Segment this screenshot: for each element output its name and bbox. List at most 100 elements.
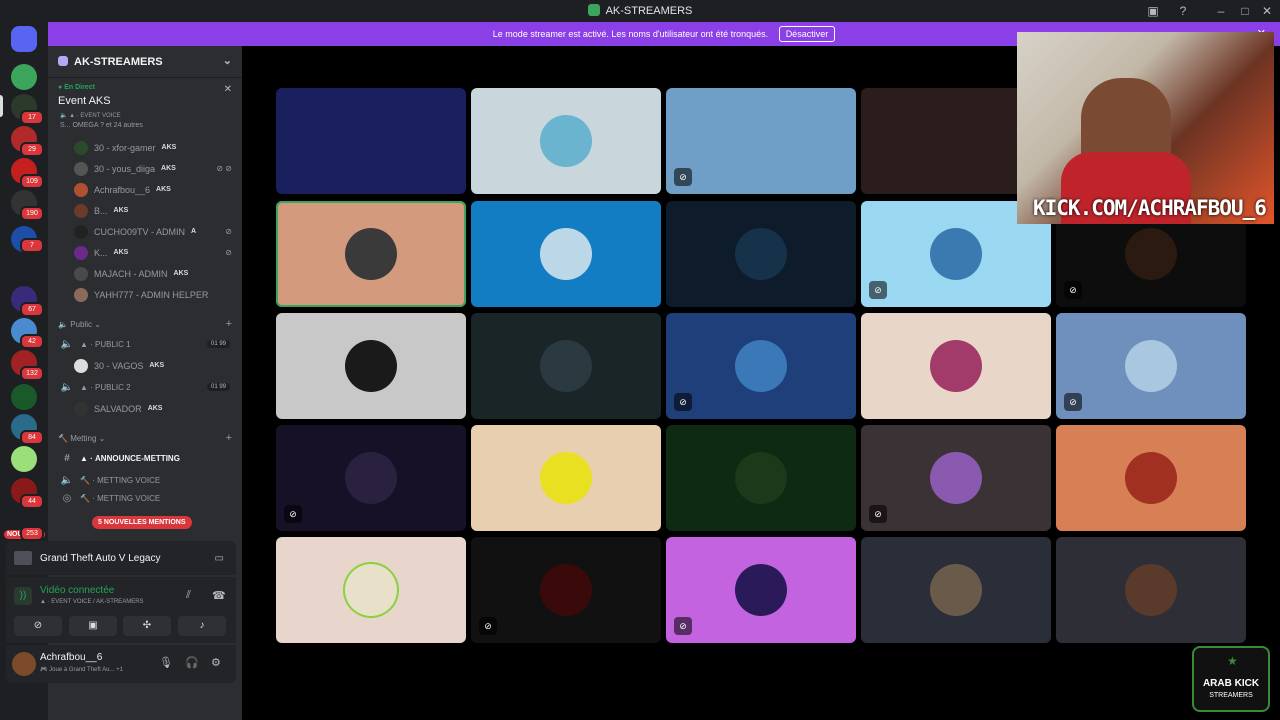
voice-user-name: MAJACH - ADMIN bbox=[94, 268, 168, 279]
video-tile[interactable] bbox=[276, 313, 466, 419]
category-name: Metting bbox=[70, 433, 97, 443]
add-channel-icon[interactable]: + bbox=[226, 318, 232, 330]
activities-button[interactable]: ✣ bbox=[123, 616, 171, 636]
close-window-button[interactable]: ✕ bbox=[1258, 2, 1276, 20]
unread-badge: 7 bbox=[20, 238, 44, 253]
muted-icon: ⊘ bbox=[225, 248, 232, 257]
headphones-icon[interactable]: 🎧 bbox=[185, 656, 199, 669]
voice-channel-meeting-2[interactable]: ◎ 🔨 · METTING VOICE bbox=[48, 491, 242, 505]
live-event-card[interactable]: ● En Direct Event AKS ✕ 🔈 ▲ · EVENT VOIC… bbox=[48, 78, 242, 135]
role-tag: AKS bbox=[149, 362, 165, 369]
video-tile[interactable]: ⊘ bbox=[471, 537, 661, 643]
voice-user[interactable]: Achrafbou__6 AKS bbox=[74, 179, 236, 200]
event-channel: 🔈 ▲ · EVENT VOICE bbox=[60, 113, 121, 119]
new-mentions-pill[interactable]: 5 NOUVELLES MENTIONS bbox=[92, 516, 192, 529]
video-tile[interactable]: ⊘ bbox=[666, 537, 856, 643]
muted-icon: ⊘ bbox=[284, 505, 302, 523]
soundboard-button[interactable]: ♪ bbox=[178, 616, 226, 636]
help-icon[interactable]: ? bbox=[1174, 2, 1192, 20]
avatar[interactable] bbox=[12, 652, 36, 676]
voice-user-name: YAHH777 - ADMIN HELPER bbox=[94, 289, 209, 300]
role-tag: A bbox=[191, 228, 197, 235]
video-tile[interactable] bbox=[861, 537, 1051, 643]
voice-location-text: EVENT VOICE / AK-STREAMERS bbox=[51, 599, 144, 605]
star-icon: ★ bbox=[1227, 654, 1238, 668]
voice-channel-public1[interactable]: 🔈 ▲ · PUBLIC 1 01 99 bbox=[48, 333, 242, 355]
category-meeting[interactable]: 🔨 Metting ⌄ + bbox=[48, 429, 242, 447]
channel-name: PUBLIC 1 bbox=[95, 339, 131, 349]
voice-user[interactable]: B... AKS bbox=[74, 200, 236, 221]
video-tile[interactable] bbox=[1056, 537, 1246, 643]
channel-name: PUBLIC 2 bbox=[95, 382, 131, 392]
server-header[interactable]: AK-STREAMERS ⌄ bbox=[48, 46, 242, 78]
speaker-icon: 🔈 bbox=[60, 338, 74, 350]
voice-user[interactable]: MAJACH - ADMIN AKS bbox=[74, 263, 236, 284]
participant-avatar bbox=[345, 452, 397, 504]
webcam-overlay: KICK.COM/ACHRAFBOU_6 bbox=[1017, 32, 1274, 224]
participant-avatar bbox=[1125, 340, 1177, 392]
video-tile[interactable] bbox=[276, 201, 466, 307]
participant-avatar bbox=[540, 340, 592, 392]
video-tile[interactable] bbox=[666, 201, 856, 307]
screen-share-icon[interactable]: ▭ bbox=[215, 553, 224, 564]
voice-user-name: SALVADOR bbox=[94, 403, 142, 414]
noise-suppression-icon[interactable]: ⫽ bbox=[186, 589, 191, 602]
add-channel-icon[interactable]: + bbox=[226, 432, 232, 444]
voice-user[interactable]: CUCHO09TV - ADMIN A ⊘ bbox=[74, 221, 236, 242]
unread-badge: 29 bbox=[20, 142, 44, 157]
voice-user[interactable]: SALVADOR AKS bbox=[74, 398, 236, 419]
video-tile[interactable] bbox=[471, 201, 661, 307]
voice-user[interactable]: 30 - xfor-gamer AKS bbox=[74, 137, 236, 158]
close-icon[interactable]: ✕ bbox=[224, 84, 232, 95]
voice-channel-public2[interactable]: 🔈 ▲ · PUBLIC 2 01 99 bbox=[48, 376, 242, 398]
participant-avatar bbox=[930, 564, 982, 616]
role-tag: AKS bbox=[147, 405, 163, 412]
disconnect-icon[interactable]: ☎ bbox=[212, 589, 226, 602]
video-tile[interactable] bbox=[276, 537, 466, 643]
video-tile[interactable] bbox=[861, 313, 1051, 419]
discord-home-icon[interactable] bbox=[11, 26, 37, 52]
username[interactable]: Achrafbou__6 bbox=[40, 652, 102, 663]
participant-avatar bbox=[930, 340, 982, 392]
video-tile[interactable] bbox=[666, 425, 856, 531]
user-status-extra: +1 bbox=[116, 667, 123, 673]
category-public[interactable]: 🔈 Public ⌄ + bbox=[48, 315, 242, 333]
video-tile[interactable] bbox=[471, 313, 661, 419]
disable-streamer-mode-button[interactable]: Désactiver bbox=[778, 26, 836, 42]
video-tile[interactable] bbox=[276, 88, 466, 194]
server-logo-icon bbox=[587, 4, 600, 16]
server-icon[interactable] bbox=[11, 64, 37, 90]
video-tile[interactable]: ⊘ bbox=[276, 425, 466, 531]
voice-user[interactable]: 30 - VAGOS AKS bbox=[74, 355, 236, 376]
server-icon[interactable] bbox=[11, 446, 37, 472]
share-screen-button[interactable]: ▣ bbox=[69, 616, 117, 636]
text-channel-announce[interactable]: # ▲ · ANNOUNCE-METTING bbox=[48, 447, 242, 469]
activity-bar[interactable]: Grand Theft Auto V Legacy ▭ bbox=[6, 541, 236, 575]
video-tile[interactable] bbox=[471, 425, 661, 531]
voice-status[interactable]: Vidéo connectée bbox=[40, 585, 114, 596]
maximize-button[interactable]: □ bbox=[1236, 2, 1254, 20]
video-tile[interactable]: ⊘ bbox=[861, 425, 1051, 531]
voice-user[interactable]: K... AKS ⊘ bbox=[74, 242, 236, 263]
camera-off-button[interactable]: ⊘ bbox=[14, 616, 62, 636]
voice-user[interactable]: 30 - yous_diiga AKS ⊘ ⊘ bbox=[74, 158, 236, 179]
video-tile[interactable]: ⊘ bbox=[666, 88, 856, 194]
minimize-button[interactable]: – bbox=[1212, 2, 1230, 20]
voice-user[interactable]: YAHH777 - ADMIN HELPER bbox=[74, 284, 236, 305]
voice-channel-meeting[interactable]: 🔈 🔨 · METTING VOICE bbox=[48, 469, 242, 491]
signal-icon[interactable]: )) bbox=[14, 587, 32, 605]
muted-icon: ⊘ bbox=[1064, 281, 1082, 299]
server-icon[interactable] bbox=[11, 384, 37, 410]
settings-gear-icon[interactable]: ⚙ bbox=[211, 656, 221, 669]
video-tile[interactable]: ⊘ bbox=[1056, 313, 1246, 419]
unread-badge: 132 bbox=[20, 366, 44, 381]
chevron-down-icon[interactable]: ⌄ bbox=[223, 54, 232, 67]
avatar bbox=[74, 161, 88, 176]
participant-avatar bbox=[930, 452, 982, 504]
video-tile[interactable]: ⊘ bbox=[666, 313, 856, 419]
inbox-icon[interactable]: ▣ bbox=[1144, 2, 1162, 20]
microphone-icon[interactable]: 🎙 bbox=[159, 656, 173, 669]
event-participants: S... OMEGA ? et 24 autres bbox=[60, 122, 143, 129]
video-tile[interactable] bbox=[471, 88, 661, 194]
video-tile[interactable] bbox=[1056, 425, 1246, 531]
